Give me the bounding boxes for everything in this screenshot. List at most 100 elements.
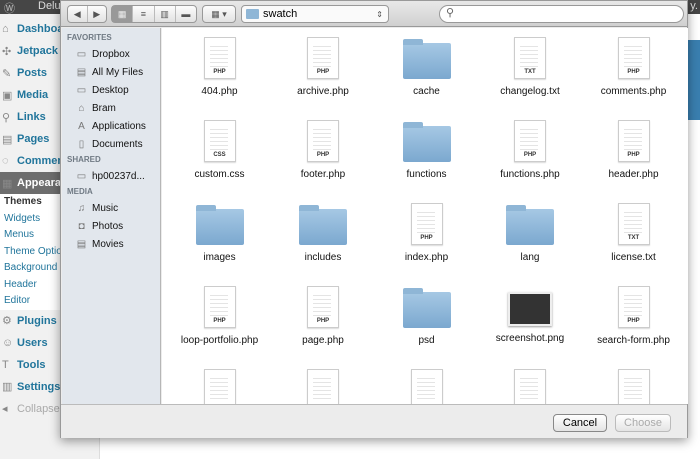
admin-bar-right-text: y. (690, 0, 698, 12)
sidebar-item-label: Music (92, 202, 119, 214)
document-icon: TXT (514, 37, 546, 79)
file-item[interactable]: psd (375, 286, 478, 346)
file-name: index.php (404, 252, 449, 263)
column-view-button[interactable]: ▥ (155, 6, 176, 22)
menu-label: Users (17, 336, 48, 349)
document-icon: CSS (203, 120, 236, 162)
file-item[interactable]: PHP search-form.php (582, 286, 685, 346)
sidebar-item-applications[interactable]: A Applications (62, 117, 160, 135)
file-item[interactable]: lang (479, 203, 582, 263)
photos-icon: ◘ (78, 220, 85, 232)
document-icon: PHP (514, 120, 546, 162)
file-extension-label: TXT (627, 235, 640, 241)
file-name: screenshot.png (495, 333, 565, 344)
cancel-button[interactable]: Cancel (553, 414, 607, 432)
file-item[interactable]: TXT changelog.txt (479, 37, 582, 97)
file-name: psd (418, 335, 435, 346)
document-icon: PHP (203, 37, 236, 79)
back-button[interactable]: ◀ (68, 6, 88, 22)
jetpack-icon: ✣ (2, 45, 12, 58)
search-field[interactable]: ⚲ (439, 5, 684, 23)
sidebar-item-desktop[interactable]: ▭ Desktop (62, 81, 160, 99)
file-extension-label: CSS (213, 152, 226, 158)
file-item[interactable]: TXT license.txt (582, 203, 685, 263)
file-item[interactable]: PHP index.php (375, 203, 478, 263)
file-name: loop-portfolio.php (180, 335, 259, 346)
sidebar-item-label: Photos (92, 220, 124, 232)
menu-label: Posts (17, 67, 47, 79)
menu-label: Media (17, 89, 49, 101)
menu-label: Plugins (17, 314, 57, 327)
documents-icon: ▯ (78, 138, 85, 150)
document-icon: PHP (307, 286, 339, 328)
file-item[interactable]: PHP loop-portfolio.php (168, 286, 271, 346)
comments-icon: ◌ (2, 155, 9, 167)
file-item[interactable] (375, 369, 478, 404)
file-item[interactable]: includes (272, 203, 375, 263)
folder-icon (299, 205, 347, 245)
forward-button[interactable]: ▶ (88, 6, 107, 22)
dialog-footer: Cancel Choose (61, 404, 687, 438)
file-item[interactable] (272, 369, 375, 404)
sidebar-item-bram[interactable]: ⌂ Bram (62, 99, 160, 117)
file-name: comments.php (600, 86, 667, 97)
sidebar-item-documents[interactable]: ▯ Documents (62, 135, 160, 153)
list-view-button[interactable]: ≡ (133, 6, 155, 22)
menu-label: Jetpack (17, 45, 58, 57)
sidebar-item-music[interactable]: ♫ Music (62, 199, 160, 217)
file-extension-label: PHP (213, 69, 226, 75)
sidebar-item-hp00237d-[interactable]: ▭ hp00237d... (62, 167, 160, 185)
all-my-files-icon: ▤ (76, 66, 87, 78)
icon-view-button[interactable]: ▦ (112, 6, 134, 22)
file-extension-label: PHP (316, 318, 330, 324)
file-grid: PHP 404.php PHP archive.php cache TXT changelo… (162, 28, 688, 404)
file-item[interactable]: functions (375, 120, 478, 180)
file-item[interactable]: images (168, 203, 271, 263)
arrange-button[interactable]: ▦ ▾ (202, 5, 236, 23)
file-item[interactable]: PHP 404.php (168, 37, 271, 97)
file-item[interactable]: PHP page.php (272, 286, 375, 346)
bram-icon: ⌂ (78, 102, 85, 114)
file-extension-label: PHP (523, 152, 537, 158)
file-name: lang (520, 252, 540, 263)
document-icon: TXT (617, 203, 650, 245)
file-item[interactable]: PHP comments.php (582, 37, 685, 97)
users-icon: ☺ (2, 336, 14, 349)
sidebar-item-dropbox[interactable]: ▭ Dropbox (62, 45, 160, 63)
folder-icon (402, 39, 451, 79)
file-item[interactable] (582, 369, 685, 404)
file-item[interactable]: PHP functions.php (479, 120, 582, 180)
sidebar-item-movies[interactable]: ▤ Movies (62, 235, 160, 253)
wordpress-logo-icon[interactable]: Ⓦ (4, 0, 22, 15)
sidebar-item-label: Documents (92, 138, 143, 150)
file-item[interactable]: PHP footer.php (272, 120, 375, 180)
path-label: swatch (263, 8, 298, 20)
choose-button[interactable]: Choose (615, 414, 671, 432)
sidebar-item-photos[interactable]: ◘ Photos (62, 217, 160, 235)
sidebar-section-favorites: FAVORITES (67, 33, 112, 42)
sidebar-item-all-my-files[interactable]: ▤ All My Files (62, 63, 160, 81)
file-extension-label: PHP (420, 235, 433, 241)
file-item[interactable]: PHP archive.php (272, 37, 375, 97)
document-icon (203, 369, 236, 404)
file-name: page.php (302, 335, 344, 346)
menu-label: Pages (17, 133, 50, 145)
plugins-icon: ⚙ (2, 315, 12, 327)
file-item[interactable] (168, 369, 271, 404)
file-name: custom.css (194, 169, 245, 180)
movies-icon: ▤ (76, 238, 87, 250)
file-extension-label: PHP (213, 318, 226, 324)
file-item[interactable] (479, 369, 582, 404)
document-icon: PHP (617, 37, 650, 79)
sidebar-item-label: hp00237d... (92, 170, 145, 182)
file-item[interactable]: screenshot.png (479, 286, 582, 344)
path-popup[interactable]: swatch ⇕ (241, 5, 389, 23)
file-item[interactable]: cache (375, 37, 478, 97)
document-icon (307, 369, 339, 404)
coverflow-view-button[interactable]: ▬ (176, 6, 196, 22)
file-item[interactable]: CSS custom.css (168, 120, 271, 180)
sidebar-section-shared: SHARED (67, 155, 101, 164)
sidebar-item-label: Bram (92, 102, 116, 114)
file-item[interactable]: PHP header.php (582, 120, 685, 180)
view-mode-buttons: ▦ ≡ ▥ ▬ (111, 5, 197, 23)
